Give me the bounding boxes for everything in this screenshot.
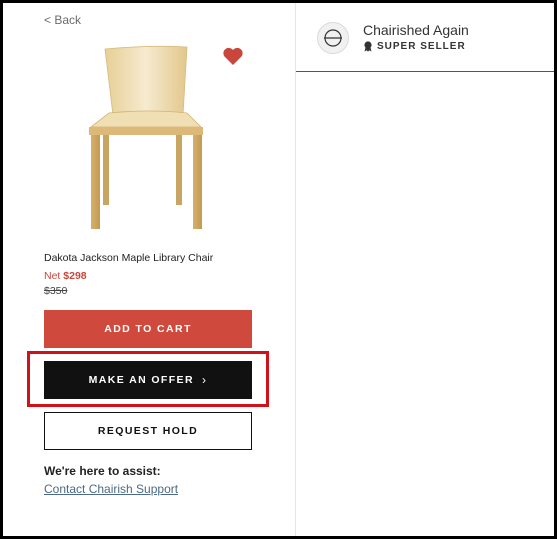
chevron-right-icon: ›	[201, 373, 208, 387]
request-hold-label: REQUEST HOLD	[97, 425, 199, 437]
make-offer-button[interactable]: MAKE AN OFFER ›	[44, 361, 252, 399]
super-seller-label: SUPER SELLER	[377, 41, 466, 52]
product-panel: < Back Dakota Jackson Maple Library Chai…	[3, 3, 295, 536]
seller-avatar[interactable]	[317, 22, 349, 54]
product-title: Dakota Jackson Maple Library Chair	[44, 252, 214, 264]
assist-heading: We're here to assist:	[44, 464, 161, 478]
request-hold-button[interactable]: REQUEST HOLD	[44, 412, 252, 450]
seller-logo-icon	[324, 29, 342, 47]
favorite-heart-icon[interactable]	[222, 46, 244, 66]
super-seller-badge: SUPER SELLER	[363, 41, 466, 52]
add-to-cart-button[interactable]: ADD TO CART	[44, 310, 252, 348]
original-price: $350	[44, 285, 68, 297]
back-link[interactable]: < Back	[44, 13, 81, 27]
product-image[interactable]	[83, 43, 218, 233]
add-to-cart-label: ADD TO CART	[104, 323, 192, 335]
seller-name[interactable]: Chairished Again	[363, 22, 469, 38]
award-ribbon-icon	[364, 41, 372, 52]
page-frame: < Back Dakota Jackson Maple Library Chai…	[0, 0, 557, 539]
net-price: Net $298	[44, 270, 87, 282]
seller-panel: Chairished Again SUPER SELLER	[295, 3, 554, 536]
net-label: Net	[44, 270, 61, 282]
contact-support-link[interactable]: Contact Chairish Support	[44, 482, 178, 496]
net-price-value: $298	[63, 270, 87, 282]
seller-card[interactable]: Chairished Again SUPER SELLER	[296, 3, 554, 72]
make-offer-label: MAKE AN OFFER	[88, 374, 194, 386]
